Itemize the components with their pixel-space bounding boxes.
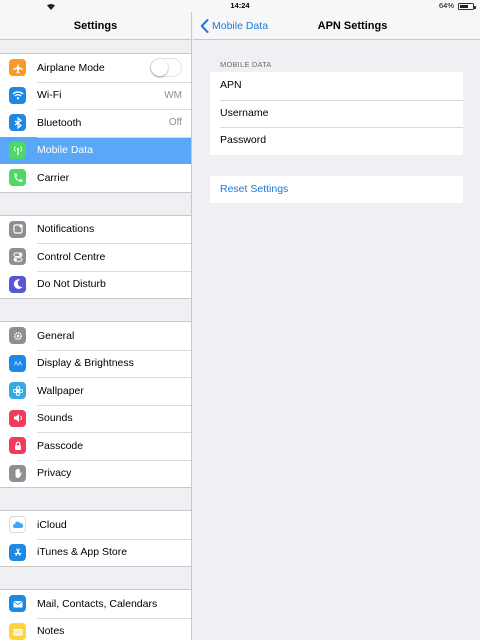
settings-sidebar: Settings Airplane Mode Wi-Fi WM Bluetooth Of… — [0, 12, 192, 640]
sidebar-item-label: Notes — [37, 625, 65, 638]
sidebar-item-bluetooth[interactable]: Bluetooth Off — [0, 109, 191, 137]
apn-settings-pane: Mobile Data APN Settings MOBILE DATA APN… — [193, 12, 480, 640]
sidebar-item-passcode[interactable]: Passcode — [0, 432, 191, 460]
sidebar-item-do-not-disturb[interactable]: Do Not Disturb — [0, 270, 191, 299]
settings-group: Airplane Mode Wi-Fi WM Bluetooth Off Mobile D… — [0, 53, 191, 193]
sidebar-item-label: Wi-Fi — [37, 89, 62, 102]
sidebar-item-label: Privacy — [37, 467, 72, 480]
lock-icon — [9, 437, 26, 455]
sidebar-item-mobile-data[interactable]: Mobile Data — [0, 136, 191, 164]
toggle-knob — [151, 59, 168, 77]
sidebar-item-wallpaper[interactable]: Wallpaper — [0, 377, 191, 405]
sidebar-item-label: Mail, Contacts, Calendars — [37, 597, 158, 610]
cloud-icon — [9, 516, 26, 534]
airplane-mode-toggle[interactable] — [150, 58, 182, 78]
apn-fields-group: APN Username Password — [210, 72, 463, 155]
sidebar-item-wi-fi[interactable]: Wi-Fi WM — [0, 81, 191, 110]
reset-settings-button[interactable]: Reset Settings — [210, 176, 463, 204]
status-time: 14:24 — [230, 1, 250, 10]
sidebar-item-value: WM — [164, 89, 182, 101]
sidebar-item-label: Airplane Mode — [37, 61, 105, 74]
sidebar-item-value: Off — [168, 117, 182, 129]
sidebar-item-notifications[interactable]: Notifications — [0, 216, 191, 244]
sidebar-item-label: General — [37, 329, 75, 342]
settings-group: Notifications Control Centre Do Not Distur… — [0, 214, 191, 299]
sidebar-title: Settings — [0, 12, 191, 40]
moon-icon — [9, 275, 26, 293]
control-centre-icon — [9, 248, 26, 266]
reset-group: Reset Settings — [210, 175, 463, 204]
settings-group: General AA Display & Brightness Wallpaper So… — [0, 321, 191, 488]
username-field[interactable]: Username — [210, 99, 463, 128]
sidebar-item-label: Display & Brightness — [37, 357, 134, 370]
airplane-icon — [9, 59, 26, 77]
page-title: APN Settings — [317, 20, 388, 32]
phone-icon — [9, 169, 26, 187]
sidebar-item-airplane-mode[interactable]: Airplane Mode — [0, 54, 191, 82]
sidebar-item-mail-contacts-calendars[interactable]: Mail, Contacts, Calendars — [0, 590, 191, 618]
sidebar-item-label: Mobile Data — [37, 144, 94, 157]
sidebar-item-control-centre[interactable]: Control Centre — [0, 243, 191, 271]
sidebar-item-label: Control Centre — [37, 250, 106, 263]
settings-group: Mail, Contacts, Calendars Notes — [0, 589, 191, 640]
sidebar-item-label: iTunes & App Store — [37, 546, 128, 559]
display-icon: AA — [9, 354, 26, 372]
gear-icon — [9, 327, 26, 345]
password-field[interactable]: Password — [210, 127, 463, 155]
app-store-icon — [9, 543, 26, 561]
sidebar-item-carrier[interactable]: Carrier — [0, 164, 191, 192]
sidebar-item-label: Passcode — [37, 439, 84, 452]
section-header: MOBILE DATA — [220, 60, 272, 69]
notifications-icon — [9, 220, 26, 238]
sidebar-item-sounds[interactable]: Sounds — [0, 404, 191, 433]
wifi-icon — [9, 86, 26, 104]
sidebar-item-label: Do Not Disturb — [37, 278, 106, 291]
bluetooth-icon — [9, 114, 26, 132]
wallpaper-icon — [9, 382, 26, 400]
sidebar-item-label: Wallpaper — [37, 384, 84, 397]
sidebar-item-privacy[interactable]: Privacy — [0, 459, 191, 488]
status-bar: 14:24 64% — [0, 0, 480, 12]
sidebar-item-label: Carrier — [37, 171, 70, 184]
mail-icon — [9, 595, 26, 613]
sidebar-item-label: Sounds — [37, 412, 73, 425]
sidebar-item-label: Notifications — [37, 223, 95, 236]
speaker-icon — [9, 409, 26, 427]
sidebar-item-itunes-and-app-store[interactable]: iTunes & App Store — [0, 538, 191, 567]
detail-navbar: Mobile Data APN Settings — [193, 12, 480, 40]
sidebar-item-notes[interactable]: Notes — [0, 617, 191, 640]
sidebar-item-icloud[interactable]: iCloud — [0, 511, 191, 539]
sidebar-item-label: iCloud — [37, 518, 67, 531]
battery-icon — [458, 3, 476, 10]
battery-percentage: 64% — [438, 1, 454, 10]
sidebar-item-general[interactable]: General — [0, 322, 191, 350]
antenna-icon — [9, 141, 26, 159]
settings-group: iCloud iTunes & App Store — [0, 510, 191, 567]
svg-text:AA: AA — [13, 362, 21, 368]
hand-icon — [9, 464, 26, 482]
sidebar-item-label: Bluetooth — [37, 116, 82, 129]
apn-field[interactable]: APN — [210, 72, 463, 100]
notes-icon — [9, 622, 26, 640]
sidebar-item-display-and-brightness[interactable]: AA Display & Brightness — [0, 349, 191, 378]
